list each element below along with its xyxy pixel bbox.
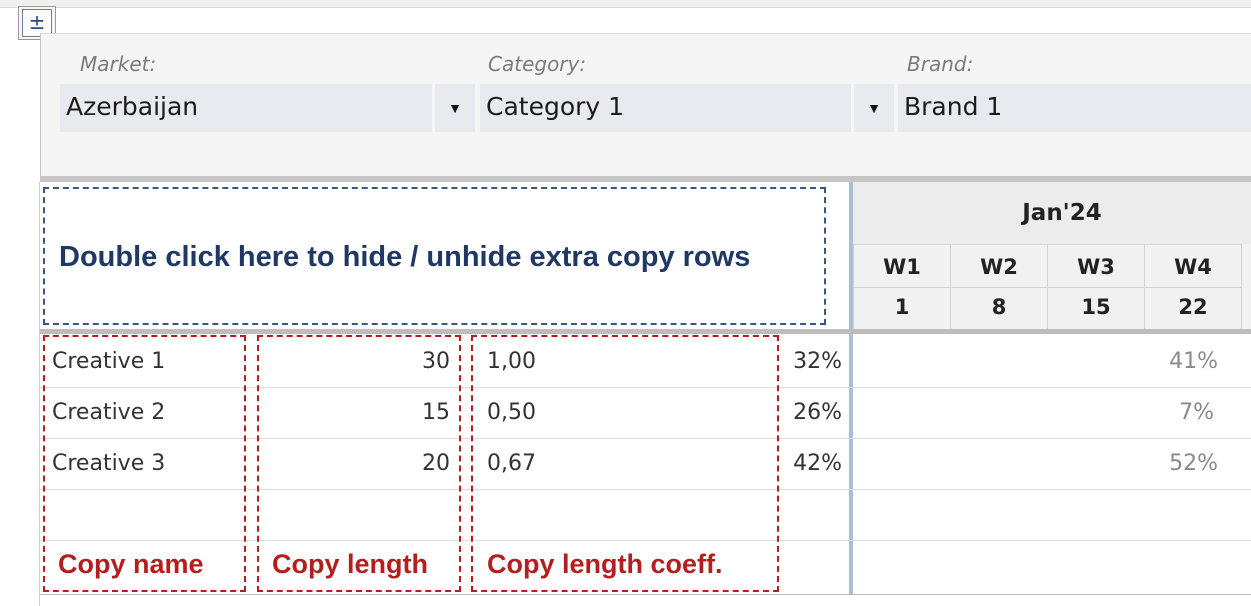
week-header-w5-partial bbox=[1241, 244, 1251, 330]
copy-share-cell: 32% bbox=[793, 349, 842, 374]
copy-name-annotation: Copy name bbox=[58, 549, 204, 579]
copy-share-cell: 42% bbox=[793, 451, 842, 476]
category-dropdown-button[interactable]: ▼ bbox=[854, 84, 894, 132]
frozen-pane-divider[interactable] bbox=[849, 182, 853, 606]
copy-coeff-annotation: Copy length coeff. bbox=[487, 549, 723, 579]
header-separator bbox=[40, 329, 1251, 334]
week-label: W3 bbox=[1077, 255, 1115, 279]
category-select[interactable]: Category 1 bbox=[480, 84, 851, 132]
week-header-w1: W1 1 bbox=[853, 244, 950, 330]
category-label: Category: bbox=[488, 52, 587, 76]
brand-label: Brand: bbox=[907, 52, 974, 76]
week-label: W4 bbox=[1174, 255, 1212, 279]
top-strip bbox=[0, 0, 1251, 8]
market-label: Market: bbox=[80, 52, 157, 76]
week-header-w2: W2 8 bbox=[950, 244, 1047, 330]
grid-left-border bbox=[39, 182, 40, 606]
copy-length-annotation: Copy length bbox=[272, 549, 428, 579]
market-dropdown-button[interactable]: ▼ bbox=[435, 84, 475, 132]
week-label: W1 bbox=[883, 255, 921, 279]
week-day: 15 bbox=[1081, 295, 1111, 319]
next-row-partial bbox=[40, 594, 1251, 606]
w4-share-cell[interactable]: 41% bbox=[1144, 337, 1218, 387]
w4-share-cell[interactable]: 52% bbox=[1144, 439, 1218, 489]
market-select[interactable]: Azerbaijan bbox=[60, 84, 432, 132]
chevron-down-icon: ▼ bbox=[448, 100, 462, 116]
chevron-down-icon: ▼ bbox=[867, 100, 881, 116]
week-day: 8 bbox=[991, 295, 1007, 319]
brand-select[interactable]: Brand 1 bbox=[898, 84, 1251, 132]
toggle-extra-rows-area[interactable]: Double click here to hide / unhide extra… bbox=[43, 187, 826, 325]
week-header-w3: W3 15 bbox=[1047, 244, 1144, 330]
month-header: Jan'24 bbox=[853, 182, 1251, 244]
w4-share-cell[interactable]: 7% bbox=[1144, 388, 1214, 438]
week-header-w4: W4 22 bbox=[1144, 244, 1241, 330]
week-day: 1 bbox=[894, 295, 910, 319]
week-label: W2 bbox=[980, 255, 1018, 279]
week-day: 22 bbox=[1178, 295, 1208, 319]
copy-share-cell: 26% bbox=[793, 400, 842, 425]
